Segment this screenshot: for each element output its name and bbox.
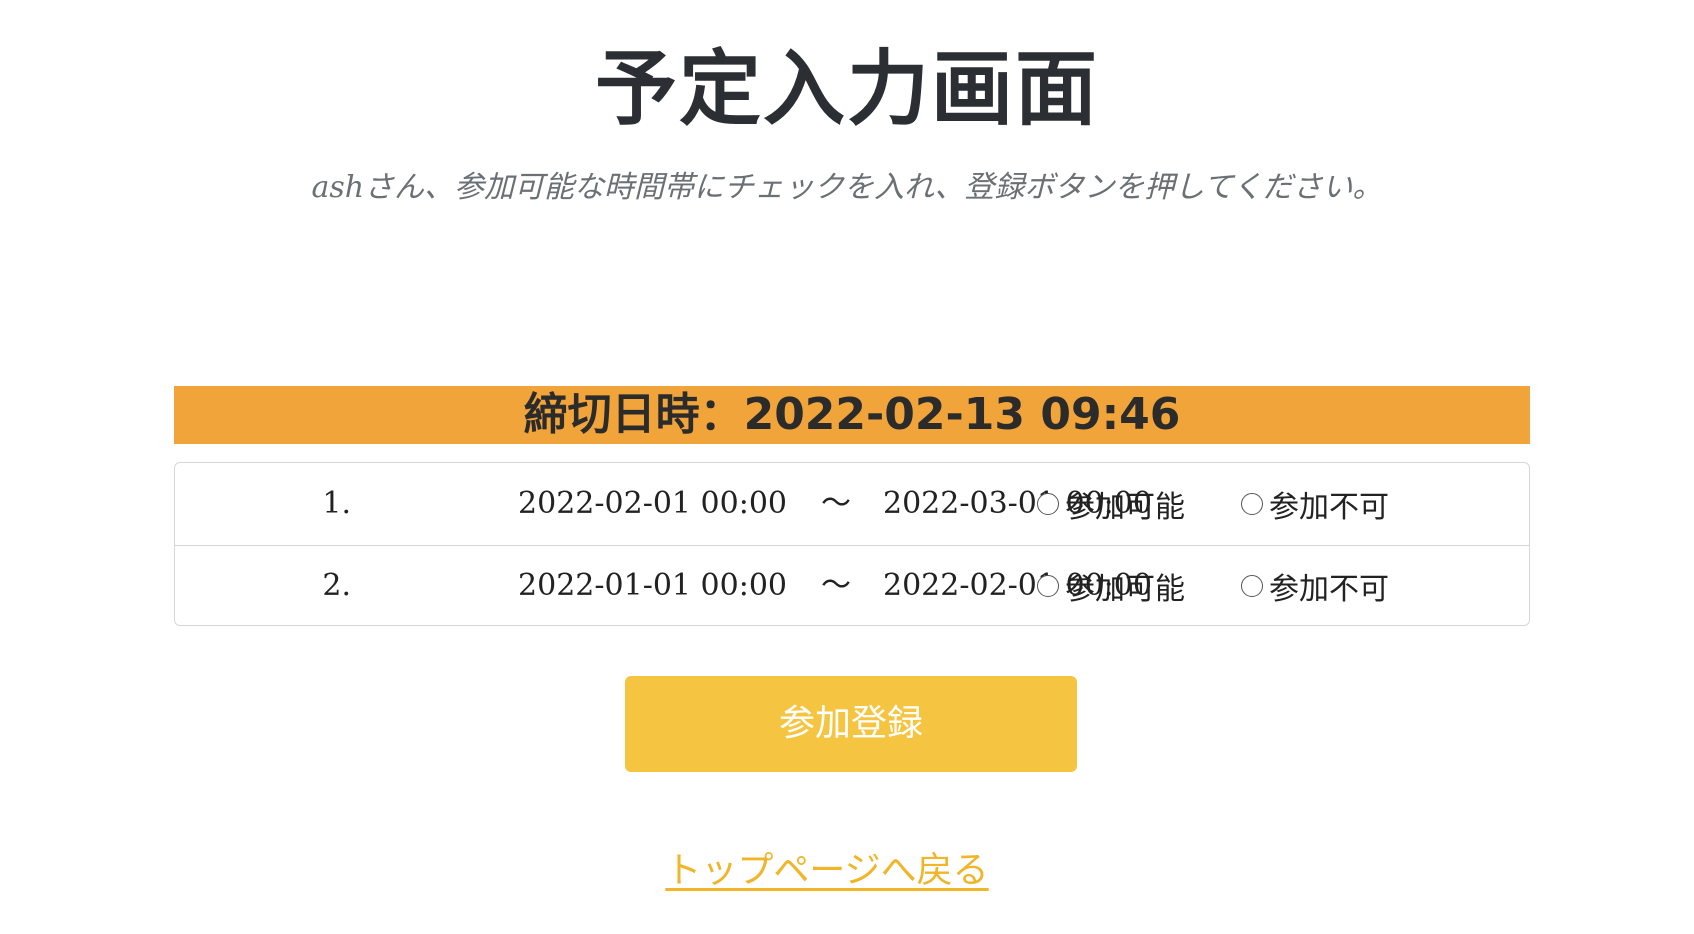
- start-datetime: 2022-02-01 00:00: [518, 486, 787, 521]
- row-number: 2.: [322, 568, 351, 603]
- deadline-banner: 締切日時：2022-02-13 09:46: [174, 386, 1530, 444]
- unavailable-option[interactable]: 参加不可: [1241, 463, 1389, 545]
- unavailable-option[interactable]: 参加不可: [1241, 545, 1389, 627]
- range-separator: 〜: [821, 568, 851, 603]
- row-number: 1.: [322, 486, 351, 521]
- available-radio[interactable]: [1037, 493, 1059, 515]
- page-subtitle: ashさん、参加可能な時間帯にチェックを入れ、登録ボタンを押してください。: [311, 170, 1383, 205]
- page-title: 予定入力画面: [594, 42, 1099, 137]
- available-label: 参加可能: [1065, 572, 1185, 607]
- start-datetime: 2022-01-01 00:00: [518, 568, 787, 603]
- unavailable-radio[interactable]: [1241, 575, 1263, 597]
- schedule-row: 2. 2022-01-01 00:00 〜 2022-02-01 00:00 参…: [175, 545, 1529, 627]
- available-label: 参加可能: [1065, 490, 1185, 525]
- unavailable-label: 参加不可: [1269, 572, 1389, 607]
- schedule-row: 1. 2022-02-01 00:00 〜 2022-03-01 00:00 参…: [175, 463, 1529, 546]
- range-separator: 〜: [821, 486, 851, 521]
- available-option[interactable]: 参加可能: [1037, 463, 1185, 545]
- register-button[interactable]: 参加登録: [625, 676, 1077, 772]
- back-to-top-link[interactable]: トップページへ戻る: [0, 846, 1654, 896]
- unavailable-radio[interactable]: [1241, 493, 1263, 515]
- unavailable-label: 参加不可: [1269, 490, 1389, 525]
- available-option[interactable]: 参加可能: [1037, 545, 1185, 627]
- schedule-table: 1. 2022-02-01 00:00 〜 2022-03-01 00:00 参…: [174, 462, 1530, 626]
- available-radio[interactable]: [1037, 575, 1059, 597]
